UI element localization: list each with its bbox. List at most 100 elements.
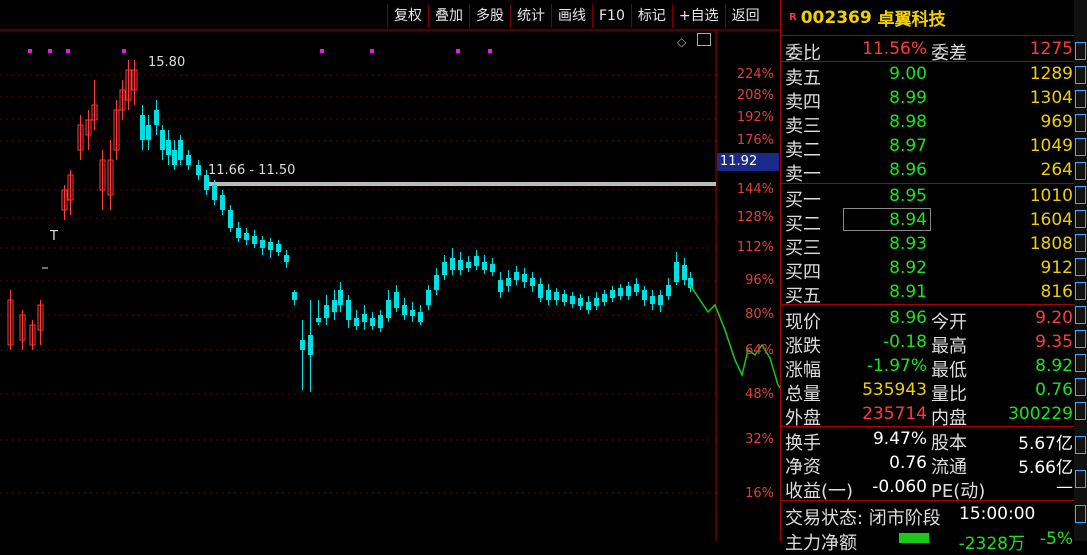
sell-level-row[interactable]: 卖五 9.00 1289 xyxy=(781,62,1075,89)
candle-body xyxy=(466,262,471,268)
buy-level-volume: 1010 xyxy=(1029,186,1073,206)
stock-header: R 002369 卓翼科技 xyxy=(781,0,1075,35)
candle-body xyxy=(196,165,201,175)
sidebar-tool-icon[interactable] xyxy=(1075,354,1086,372)
candle-body xyxy=(666,285,671,296)
sidebar-tool-icon[interactable] xyxy=(1075,42,1086,60)
sell-level-row[interactable]: 卖三 8.98 969 xyxy=(781,110,1075,137)
sidebar-tool-icon[interactable] xyxy=(1075,306,1086,324)
sell-level-row[interactable]: 卖一 8.96 264 xyxy=(781,158,1075,185)
pct-axis-label: 32% xyxy=(745,432,774,447)
stat-value: -0.060 xyxy=(872,477,927,497)
pct-axis-label: 64% xyxy=(745,343,774,358)
kline-chart[interactable]: T ◇ 15.80 11.66 - 11.50 224% 208% 192% 176%… xyxy=(0,0,836,541)
sidebar-tool-icon[interactable] xyxy=(1075,436,1086,454)
sell-level-row[interactable]: 卖四 8.99 1304 xyxy=(781,86,1075,113)
candle-body xyxy=(166,140,171,155)
quote-panel: R 002369 卓翼科技 委比 11.56% 委差 1275 卖五 9.00 12… xyxy=(780,0,1075,554)
buy-level-row[interactable]: 买五 8.91 816 xyxy=(781,280,1075,307)
candle-body xyxy=(522,274,527,282)
sell-level-row[interactable]: 卖二 8.97 1049 xyxy=(781,134,1075,161)
candle-body xyxy=(578,298,583,306)
candle-body xyxy=(674,262,679,282)
sell-level-price: 8.98 xyxy=(889,112,927,132)
sell-level-volume: 1049 xyxy=(1029,136,1073,156)
sidebar-tool-icon[interactable] xyxy=(1075,505,1086,523)
sidebar-tool-icon[interactable] xyxy=(1075,470,1086,488)
stat-value: 8.96 xyxy=(889,308,927,328)
candle-body xyxy=(554,292,559,300)
candle-body xyxy=(268,242,273,250)
stat-value: — xyxy=(1056,477,1073,497)
pct-axis-label: 48% xyxy=(745,387,774,402)
sidebar-tool-icon[interactable] xyxy=(1075,66,1086,84)
right-sidebar[interactable] xyxy=(1074,0,1087,541)
candle-body xyxy=(146,125,151,140)
marker-dot xyxy=(28,49,32,53)
buy-level-volume: 912 xyxy=(1040,258,1073,278)
candle-body xyxy=(418,312,423,322)
sidebar-tool-icon[interactable] xyxy=(1075,138,1086,156)
t-marker: T xyxy=(49,229,58,244)
candle-body xyxy=(642,290,647,300)
main-flow-label: 主力净额 xyxy=(785,533,857,554)
candle-body xyxy=(292,292,297,300)
sidebar-tool-icon[interactable] xyxy=(1075,186,1086,204)
candle-body xyxy=(634,284,639,292)
buy-level-row[interactable]: 买四 8.92 912 xyxy=(781,256,1075,283)
candle-body xyxy=(426,290,431,305)
candle-body xyxy=(434,275,439,290)
sidebar-tool-icon[interactable] xyxy=(1075,114,1086,132)
pct-axis-label: 128% xyxy=(736,210,774,225)
stat-value: 8.92 xyxy=(1035,356,1073,376)
stat-value: 535943 xyxy=(862,380,927,400)
kline-svg: T xyxy=(0,29,836,541)
candle-body xyxy=(354,318,359,326)
stat-value: 0.76 xyxy=(1035,380,1073,400)
candle-body xyxy=(442,262,447,275)
candle-body xyxy=(140,115,145,140)
candle-body xyxy=(228,210,233,228)
sidebar-tool-icon[interactable] xyxy=(1075,402,1086,420)
pct-axis-label: 144% xyxy=(736,182,774,197)
selected-bid-box xyxy=(843,208,931,231)
stat-row: 外盘 235714 内盘 300229 xyxy=(781,402,1075,429)
sidebar-tool-icon[interactable] xyxy=(1075,258,1086,276)
pct-axis-label: 192% xyxy=(736,110,774,125)
candle-body xyxy=(386,300,391,318)
pct-axis-label: 224% xyxy=(736,67,774,82)
stat-value: -0.18 xyxy=(883,332,927,352)
candle-body xyxy=(284,255,289,262)
sidebar-tool-icon[interactable] xyxy=(1075,162,1086,180)
pct-axis-label: 16% xyxy=(745,486,774,501)
marker-dot xyxy=(48,49,52,53)
sidebar-tool-icon[interactable] xyxy=(1075,378,1086,396)
range-annotation: 11.66 - 11.50 xyxy=(208,163,296,178)
pct-axis-label: 112% xyxy=(736,240,774,255)
candle-body xyxy=(244,233,249,240)
current-price-tag: 11.92 xyxy=(717,153,779,171)
candle-body xyxy=(276,244,281,252)
stat-value: 9.20 xyxy=(1035,308,1073,328)
candle-body xyxy=(498,280,503,292)
candle-body xyxy=(260,240,265,248)
diamond-icon[interactable]: ◇ xyxy=(677,35,686,49)
buy-level-price: 8.92 xyxy=(889,258,927,278)
candle-body xyxy=(316,318,321,322)
buy-level-row[interactable]: 买三 8.93 1808 xyxy=(781,232,1075,259)
marker-dot xyxy=(66,49,70,53)
stock-code: 002369 xyxy=(800,7,872,28)
sidebar-tool-icon[interactable] xyxy=(1075,90,1086,108)
candle-body xyxy=(252,236,257,244)
buy-level-row[interactable]: 买一 8.95 1010 xyxy=(781,184,1075,211)
sidebar-tool-icon[interactable] xyxy=(1075,234,1086,252)
candle-body xyxy=(490,264,495,272)
stat-value: 9.47% xyxy=(872,429,927,449)
sidebar-tool-icon[interactable] xyxy=(1075,210,1086,228)
candle-body xyxy=(570,296,575,304)
window-toggle-icon[interactable] xyxy=(697,33,711,46)
sidebar-tool-icon[interactable] xyxy=(1075,330,1086,348)
main-flow-row: 主力净额 -2328万 -5% xyxy=(781,527,1075,554)
candle-body xyxy=(458,260,463,270)
sidebar-tool-icon[interactable] xyxy=(1075,282,1086,300)
